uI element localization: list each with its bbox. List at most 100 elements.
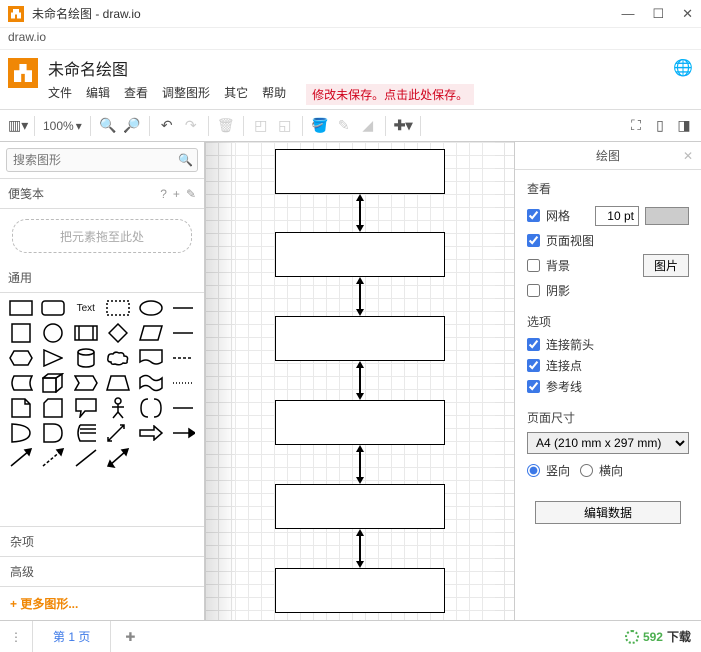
shape-or[interactable] xyxy=(6,422,36,444)
shape-biarrow[interactable] xyxy=(104,422,134,444)
shape-linearrow[interactable] xyxy=(6,447,36,469)
shape-document[interactable] xyxy=(136,347,166,369)
line-color-icon[interactable]: ✎ xyxy=(335,117,353,134)
shape-trapezoid[interactable] xyxy=(104,372,134,394)
edit-data-button[interactable]: 编辑数据 xyxy=(535,501,681,524)
shape-square[interactable] xyxy=(6,322,36,344)
shape-arrow[interactable] xyxy=(136,422,166,444)
shape-storage[interactable] xyxy=(6,372,36,394)
pageview-checkbox[interactable]: 页面视图 xyxy=(527,232,689,249)
flowchart-node[interactable] xyxy=(275,149,445,194)
conn-arrows-checkbox[interactable]: 连接箭头 xyxy=(527,336,689,353)
format-panel-icon[interactable]: ▯ xyxy=(651,117,669,134)
shape-diamond[interactable] xyxy=(104,322,134,344)
fullscreen-icon[interactable]: ⛶ xyxy=(627,117,645,134)
shape-plainline[interactable] xyxy=(71,447,101,469)
close-panel-icon[interactable]: ✕ xyxy=(683,149,693,163)
scratchpad-help-icon[interactable]: ? xyxy=(160,187,167,201)
portrait-radio[interactable]: 竖向 xyxy=(527,462,570,479)
save-warning[interactable]: 修改未保存。点击此处保存。 xyxy=(306,84,474,105)
conn-points-checkbox[interactable]: 连接点 xyxy=(527,357,689,374)
document-title[interactable]: 未命名绘图 xyxy=(48,54,673,84)
language-icon[interactable]: 🌐 xyxy=(673,58,693,78)
shape-biarrow2[interactable] xyxy=(104,447,134,469)
shape-dasharrow[interactable] xyxy=(39,447,69,469)
zoom-control[interactable]: 100%▾ xyxy=(43,119,82,133)
zoom-in-icon[interactable]: 🔍 xyxy=(99,117,117,134)
scratchpad-dropzone[interactable]: 把元素拖至此处 xyxy=(12,219,192,253)
shape-textbox[interactable] xyxy=(104,297,134,319)
shape-bracket[interactable] xyxy=(136,397,166,419)
add-page-button[interactable]: ✚ xyxy=(111,630,149,644)
scratchpad-add-icon[interactable]: + xyxy=(173,187,180,201)
shadow-icon[interactable]: ◢ xyxy=(359,117,377,134)
page-tab-1[interactable]: 第 1 页 xyxy=(33,621,111,652)
shape-circle[interactable] xyxy=(39,322,69,344)
shape-thinarrow[interactable] xyxy=(169,422,199,444)
scratchpad-edit-icon[interactable]: ✎ xyxy=(186,187,196,201)
search-icon[interactable]: 🔍 xyxy=(174,149,197,171)
canvas[interactable] xyxy=(205,142,515,620)
misc-section[interactable]: 杂项 xyxy=(0,526,204,556)
shape-hexagon[interactable] xyxy=(6,347,36,369)
minimize-button[interactable]: — xyxy=(621,6,634,22)
grid-size-input[interactable]: 10 pt xyxy=(595,206,639,226)
page-menu-icon[interactable]: ⋮ xyxy=(0,621,33,652)
shape-cube[interactable] xyxy=(39,372,69,394)
shape-process[interactable] xyxy=(71,322,101,344)
menu-edit[interactable]: 编辑 xyxy=(86,84,110,105)
zoom-out-icon[interactable]: 🔎 xyxy=(123,117,141,134)
to-back-icon[interactable]: ◱ xyxy=(276,117,294,134)
delete-icon[interactable]: 🗑 xyxy=(217,117,235,134)
insert-icon[interactable]: ✚▾ xyxy=(394,117,412,134)
menu-help[interactable]: 帮助 xyxy=(262,84,286,105)
shape-cloud[interactable] xyxy=(104,347,134,369)
undo-icon[interactable]: ↶ xyxy=(158,117,176,134)
shape-tape[interactable] xyxy=(136,372,166,394)
flowchart-node[interactable] xyxy=(275,568,445,613)
shape-actor[interactable] xyxy=(104,397,134,419)
maximize-button[interactable]: ☐ xyxy=(652,6,664,22)
redo-icon[interactable]: ↷ xyxy=(182,117,200,134)
grid-color-button[interactable] xyxy=(645,207,689,225)
shape-callout[interactable] xyxy=(71,397,101,419)
search-input[interactable] xyxy=(7,149,174,171)
menu-file[interactable]: 文件 xyxy=(48,84,72,105)
outline-panel-icon[interactable]: ◨ xyxy=(675,117,693,134)
menu-adjust[interactable]: 调整图形 xyxy=(162,84,210,105)
flowchart-node[interactable] xyxy=(275,400,445,445)
to-front-icon[interactable]: ◰ xyxy=(252,117,270,134)
fill-color-icon[interactable]: 🪣 xyxy=(311,117,329,134)
pagesize-select[interactable]: A4 (210 mm x 297 mm) xyxy=(527,432,689,454)
shape-line2[interactable] xyxy=(169,322,199,344)
connector[interactable] xyxy=(359,451,361,478)
guides-checkbox[interactable]: 参考线 xyxy=(527,378,689,395)
shape-rect[interactable] xyxy=(6,297,36,319)
shape-note[interactable] xyxy=(6,397,36,419)
shape-triangle[interactable] xyxy=(39,347,69,369)
shape-text[interactable]: Text xyxy=(71,297,101,319)
scratchpad-header[interactable]: 便笺本 ?+✎ xyxy=(0,179,204,209)
grid-checkbox[interactable]: 网格 xyxy=(527,207,570,224)
sidebar-toggle-icon[interactable]: ▥▾ xyxy=(8,117,26,134)
shape-and[interactable] xyxy=(39,422,69,444)
shape-dotted[interactable] xyxy=(169,372,199,394)
shadow-checkbox[interactable]: 阴影 xyxy=(527,282,689,299)
close-button[interactable]: ✕ xyxy=(682,6,693,22)
shape-line[interactable] xyxy=(169,297,199,319)
landscape-radio[interactable]: 横向 xyxy=(580,462,623,479)
general-header[interactable]: 通用 xyxy=(0,263,204,293)
shape-solidline[interactable] xyxy=(169,397,199,419)
background-image-button[interactable]: 图片 xyxy=(643,254,689,277)
connector[interactable] xyxy=(359,200,361,226)
shape-cylinder[interactable] xyxy=(71,347,101,369)
flowchart-node[interactable] xyxy=(275,316,445,361)
connector[interactable] xyxy=(359,283,361,310)
shape-dashed[interactable] xyxy=(169,347,199,369)
shape-step[interactable] xyxy=(71,372,101,394)
shape-card[interactable] xyxy=(39,397,69,419)
shape-parallelogram[interactable] xyxy=(136,322,166,344)
advanced-section[interactable]: 高级 xyxy=(0,556,204,586)
menu-other[interactable]: 其它 xyxy=(224,84,248,105)
more-shapes-button[interactable]: + 更多图形... xyxy=(0,586,204,620)
